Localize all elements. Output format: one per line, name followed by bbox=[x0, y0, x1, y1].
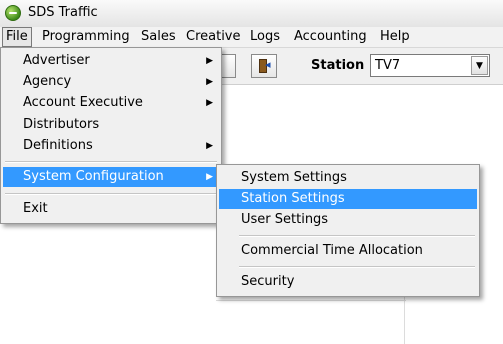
menu-separator bbox=[5, 193, 217, 195]
station-value: TV7 bbox=[375, 58, 401, 73]
menu-item-advertiser[interactable]: Advertiser ▶ bbox=[3, 51, 219, 71]
arrow-left-icon: ◂ bbox=[265, 58, 271, 71]
menu-programming[interactable]: Programming bbox=[39, 28, 133, 46]
menu-help[interactable]: Help bbox=[377, 28, 413, 46]
menu-item-user-settings[interactable]: User Settings bbox=[219, 210, 477, 230]
station-label: Station : bbox=[311, 58, 374, 73]
menu-sales[interactable]: Sales bbox=[138, 28, 179, 46]
file-menu: Advertiser ▶ Agency ▶ Account Executive … bbox=[0, 47, 222, 224]
submenu-arrow-icon: ▶ bbox=[206, 141, 213, 151]
panel-divider bbox=[216, 300, 406, 301]
submenu-arrow-icon: ▶ bbox=[206, 56, 213, 66]
menu-logs[interactable]: Logs bbox=[247, 28, 283, 46]
menu-file[interactable]: File bbox=[2, 27, 32, 47]
menu-item-agency[interactable]: Agency ▶ bbox=[3, 72, 219, 92]
exit-toolbar-button[interactable]: ◂ bbox=[251, 54, 277, 78]
menu-item-exit[interactable]: Exit bbox=[3, 199, 219, 219]
menu-item-station-settings[interactable]: Station Settings bbox=[219, 189, 477, 209]
menu-creative[interactable]: Creative bbox=[183, 28, 244, 46]
menu-separator bbox=[5, 161, 217, 163]
station-dropdown[interactable]: TV7 ▼ bbox=[370, 54, 490, 77]
submenu-arrow-icon: ▶ bbox=[206, 98, 213, 108]
menu-separator bbox=[239, 235, 475, 237]
system-configuration-submenu: System Settings Station Settings User Se… bbox=[216, 164, 480, 297]
title-bar: SDS Traffic bbox=[0, 0, 503, 28]
submenu-arrow-icon: ▶ bbox=[206, 172, 213, 182]
menu-accounting[interactable]: Accounting bbox=[291, 28, 370, 46]
menu-item-definitions[interactable]: Definitions ▶ bbox=[3, 136, 219, 156]
menu-item-security[interactable]: Security bbox=[219, 272, 477, 292]
dropdown-arrow-icon[interactable]: ▼ bbox=[471, 56, 488, 75]
menu-item-system-configuration[interactable]: System Configuration ▶ bbox=[3, 167, 219, 187]
menu-item-system-settings[interactable]: System Settings bbox=[219, 168, 477, 188]
menu-bar: File Programming Sales Creative Logs Acc… bbox=[0, 27, 503, 48]
menu-item-commercial-time-allocation[interactable]: Commercial Time Allocation bbox=[219, 241, 477, 261]
menu-separator bbox=[239, 266, 475, 268]
app-logo-icon bbox=[5, 5, 21, 21]
menu-item-account-executive[interactable]: Account Executive ▶ bbox=[3, 93, 219, 113]
menu-item-distributors[interactable]: Distributors bbox=[3, 115, 219, 135]
window-title: SDS Traffic bbox=[28, 5, 98, 20]
submenu-arrow-icon: ▶ bbox=[206, 77, 213, 87]
